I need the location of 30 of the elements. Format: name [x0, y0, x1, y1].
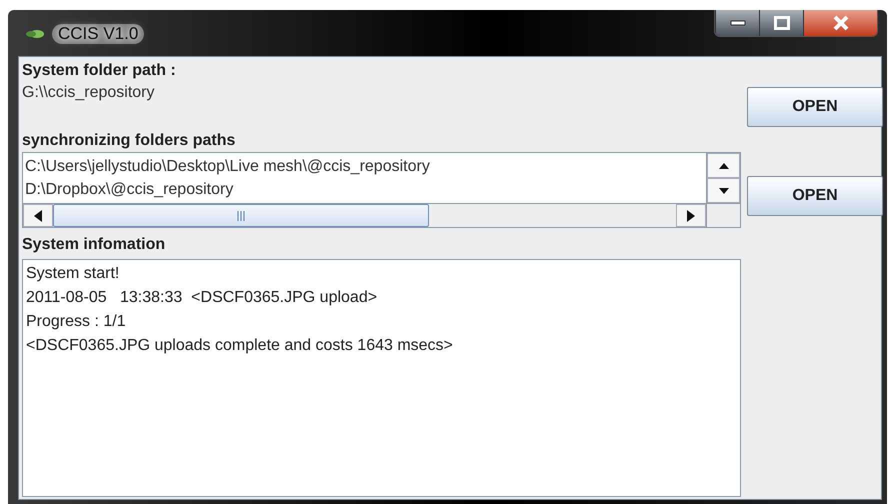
log-line: System start! — [26, 264, 120, 284]
scroll-down-button[interactable] — [707, 178, 740, 203]
open-button[interactable]: OPEN — [747, 176, 883, 216]
log-line: <DSCF0365.JPG uploads complete and costs 1643 msecs> — [26, 336, 454, 356]
app-icon — [26, 29, 44, 39]
folder-path-item[interactable]: C:\Users\jellystudio\Desktop\Live mesh\@ccis_repository — [25, 155, 706, 178]
minimize-icon — [730, 20, 746, 26]
log-line: 2011-08-05 13:38:33 <DSCF0365.JPG upload> — [26, 288, 378, 308]
scroll-up-button[interactable] — [707, 153, 740, 178]
section-label: synchronizing folders paths — [22, 131, 236, 151]
close-button[interactable] — [803, 10, 877, 36]
folder-path: G:\\ccis_repository — [22, 83, 156, 103]
grip-icon — [236, 210, 246, 220]
section-label: System folder path : — [22, 61, 177, 81]
right-arrow-icon — [687, 210, 695, 222]
minimize-button[interactable] — [715, 10, 759, 36]
section-label: System infomation — [22, 235, 166, 255]
down-arrow-icon — [718, 188, 728, 194]
close-icon — [832, 15, 850, 31]
up-arrow-icon — [718, 162, 728, 168]
scroll-right-button[interactable] — [676, 204, 706, 227]
scroll-left-button[interactable] — [23, 204, 53, 227]
maximize-button[interactable] — [759, 10, 803, 36]
log-line: Progress : 1/1 — [26, 312, 127, 332]
scrollbar-thumb[interactable] — [53, 204, 429, 227]
open-button[interactable]: OPEN — [747, 87, 883, 127]
folder-path-item[interactable]: D:\Dropbox\@ccis_repository — [25, 178, 706, 201]
info-text-area[interactable]: System start! 2011-08-05 13:38:33 <DSCF0365.JPG upload> Progress : 1/1 <DSCF0365.JPG uploads complete and costs 1643 msecs> — [22, 259, 741, 497]
maximize-icon — [774, 16, 790, 30]
left-arrow-icon — [34, 210, 42, 222]
